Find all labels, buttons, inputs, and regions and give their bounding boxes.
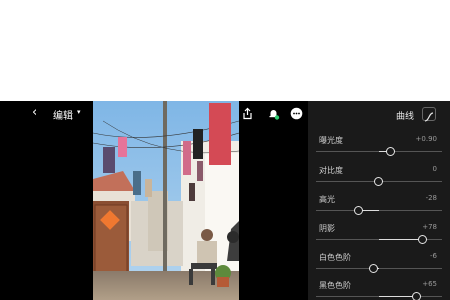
slider-exposure[interactable]: 曝光度 +0.90 [308, 135, 450, 161]
curve-icon[interactable] [422, 107, 436, 122]
slider-shadows[interactable]: 阴影 +78 [308, 223, 450, 249]
adjustment-panel: 曲线 曝光度 +0.90 对比度 0 高光 -28 阴影 +78 白色色阶 -6… [308, 101, 450, 300]
slider-handle[interactable] [354, 206, 363, 215]
slider-label: 白色色阶 [319, 253, 351, 262]
slider-whites[interactable]: 白色色阶 -6 [308, 252, 450, 278]
slider-value: +65 [422, 280, 437, 288]
more-icon[interactable] [289, 106, 303, 120]
empty-top-area [0, 0, 450, 101]
slider-highlights[interactable]: 高光 -28 [308, 194, 450, 220]
slider-label: 对比度 [319, 166, 343, 175]
photo-editor-app: ‹ 编辑 ▾ ? [0, 101, 450, 300]
chevron-down-icon[interactable]: ▾ [77, 108, 81, 116]
slider-handle[interactable] [386, 147, 395, 156]
slider-handle[interactable] [412, 292, 421, 300]
slider-handle[interactable] [374, 177, 383, 186]
edited-photo[interactable] [93, 101, 239, 300]
image-canvas-area: ‹ 编辑 ▾ ? [0, 101, 308, 300]
slider-label: 曝光度 [319, 136, 343, 145]
slider-value: +78 [422, 223, 437, 231]
panel-title: 曲线 [396, 112, 415, 122]
slider-value: +0.90 [415, 135, 437, 143]
share-icon[interactable] [240, 106, 254, 120]
back-icon[interactable]: ‹ [32, 105, 37, 120]
slider-track[interactable] [316, 268, 442, 269]
slider-value: -6 [430, 252, 437, 260]
slider-label: 阴影 [319, 224, 335, 233]
slider-blacks[interactable]: 黑色色阶 +65 [308, 280, 450, 300]
slider-label: 高光 [319, 195, 335, 204]
notification-icon[interactable] [266, 106, 280, 120]
slider-handle[interactable] [418, 235, 427, 244]
slider-contrast[interactable]: 对比度 0 [308, 165, 450, 191]
slider-value: 0 [432, 165, 437, 173]
slider-label: 黑色色阶 [319, 281, 351, 290]
slider-handle[interactable] [369, 264, 378, 273]
edit-mode-selector[interactable]: 编辑 [53, 107, 73, 122]
slider-value: -28 [425, 194, 437, 202]
slider-track[interactable] [316, 210, 442, 211]
